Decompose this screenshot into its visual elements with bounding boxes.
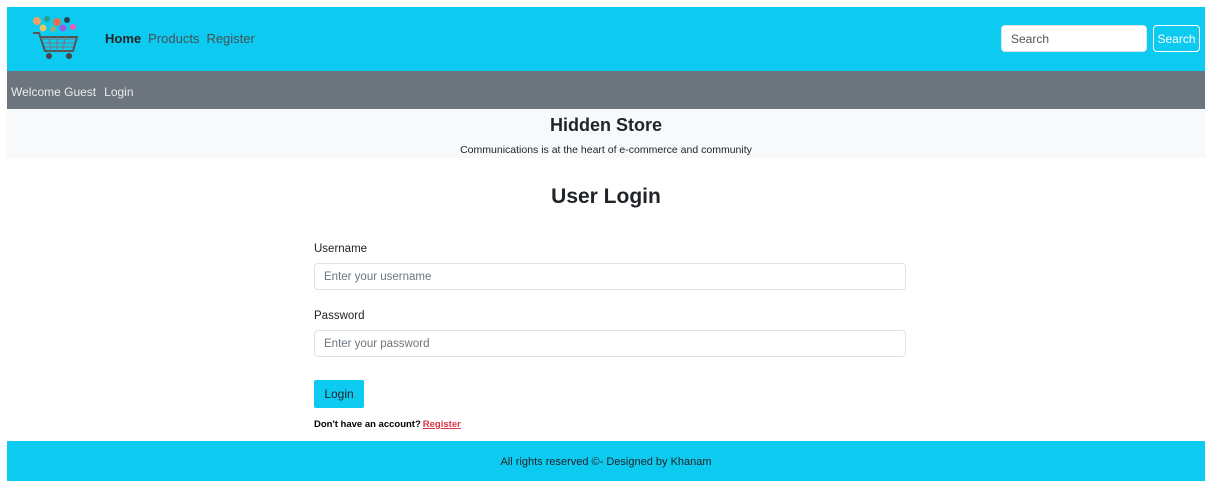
store-header: Hidden Store Communications is at the he… [7, 109, 1205, 158]
search-button[interactable]: Search [1153, 25, 1200, 52]
page-footer: All rights reserved ©- Designed by Khana… [7, 441, 1205, 481]
page-frame: Home Products Register Search Welcome Gu… [7, 7, 1205, 481]
subbar-login-link[interactable]: Login [104, 85, 133, 99]
user-status-bar: Welcome Guest Login [7, 71, 1205, 109]
username-field[interactable] [314, 263, 906, 290]
nav-link-products[interactable]: Products [148, 31, 199, 46]
top-navbar: Home Products Register Search [7, 7, 1205, 71]
store-tagline: Communications is at the heart of e-comm… [460, 144, 752, 156]
nav-link-register[interactable]: Register [206, 31, 254, 46]
footer-text: All rights reserved ©- Designed by Khana… [500, 456, 712, 468]
shopping-cart-logo-icon[interactable] [27, 15, 85, 63]
search-input[interactable] [1001, 25, 1147, 52]
user-status: Welcome Guest Login [11, 85, 142, 99]
page-title: User Login [551, 185, 661, 208]
password-label: Password [314, 310, 365, 322]
register-link[interactable]: Register [423, 419, 461, 430]
password-field[interactable] [314, 330, 906, 357]
welcome-text: Welcome Guest [11, 85, 97, 99]
nav-link-home[interactable]: Home [105, 31, 141, 46]
username-label: Username [314, 243, 368, 255]
login-button[interactable]: Login [314, 380, 364, 408]
no-account-text: Don't have an account? [314, 419, 421, 430]
main-nav: Home Products Register [105, 31, 262, 46]
register-prompt: Don't have an account? Register [314, 419, 461, 430]
store-title: Hidden Store [549, 115, 662, 135]
